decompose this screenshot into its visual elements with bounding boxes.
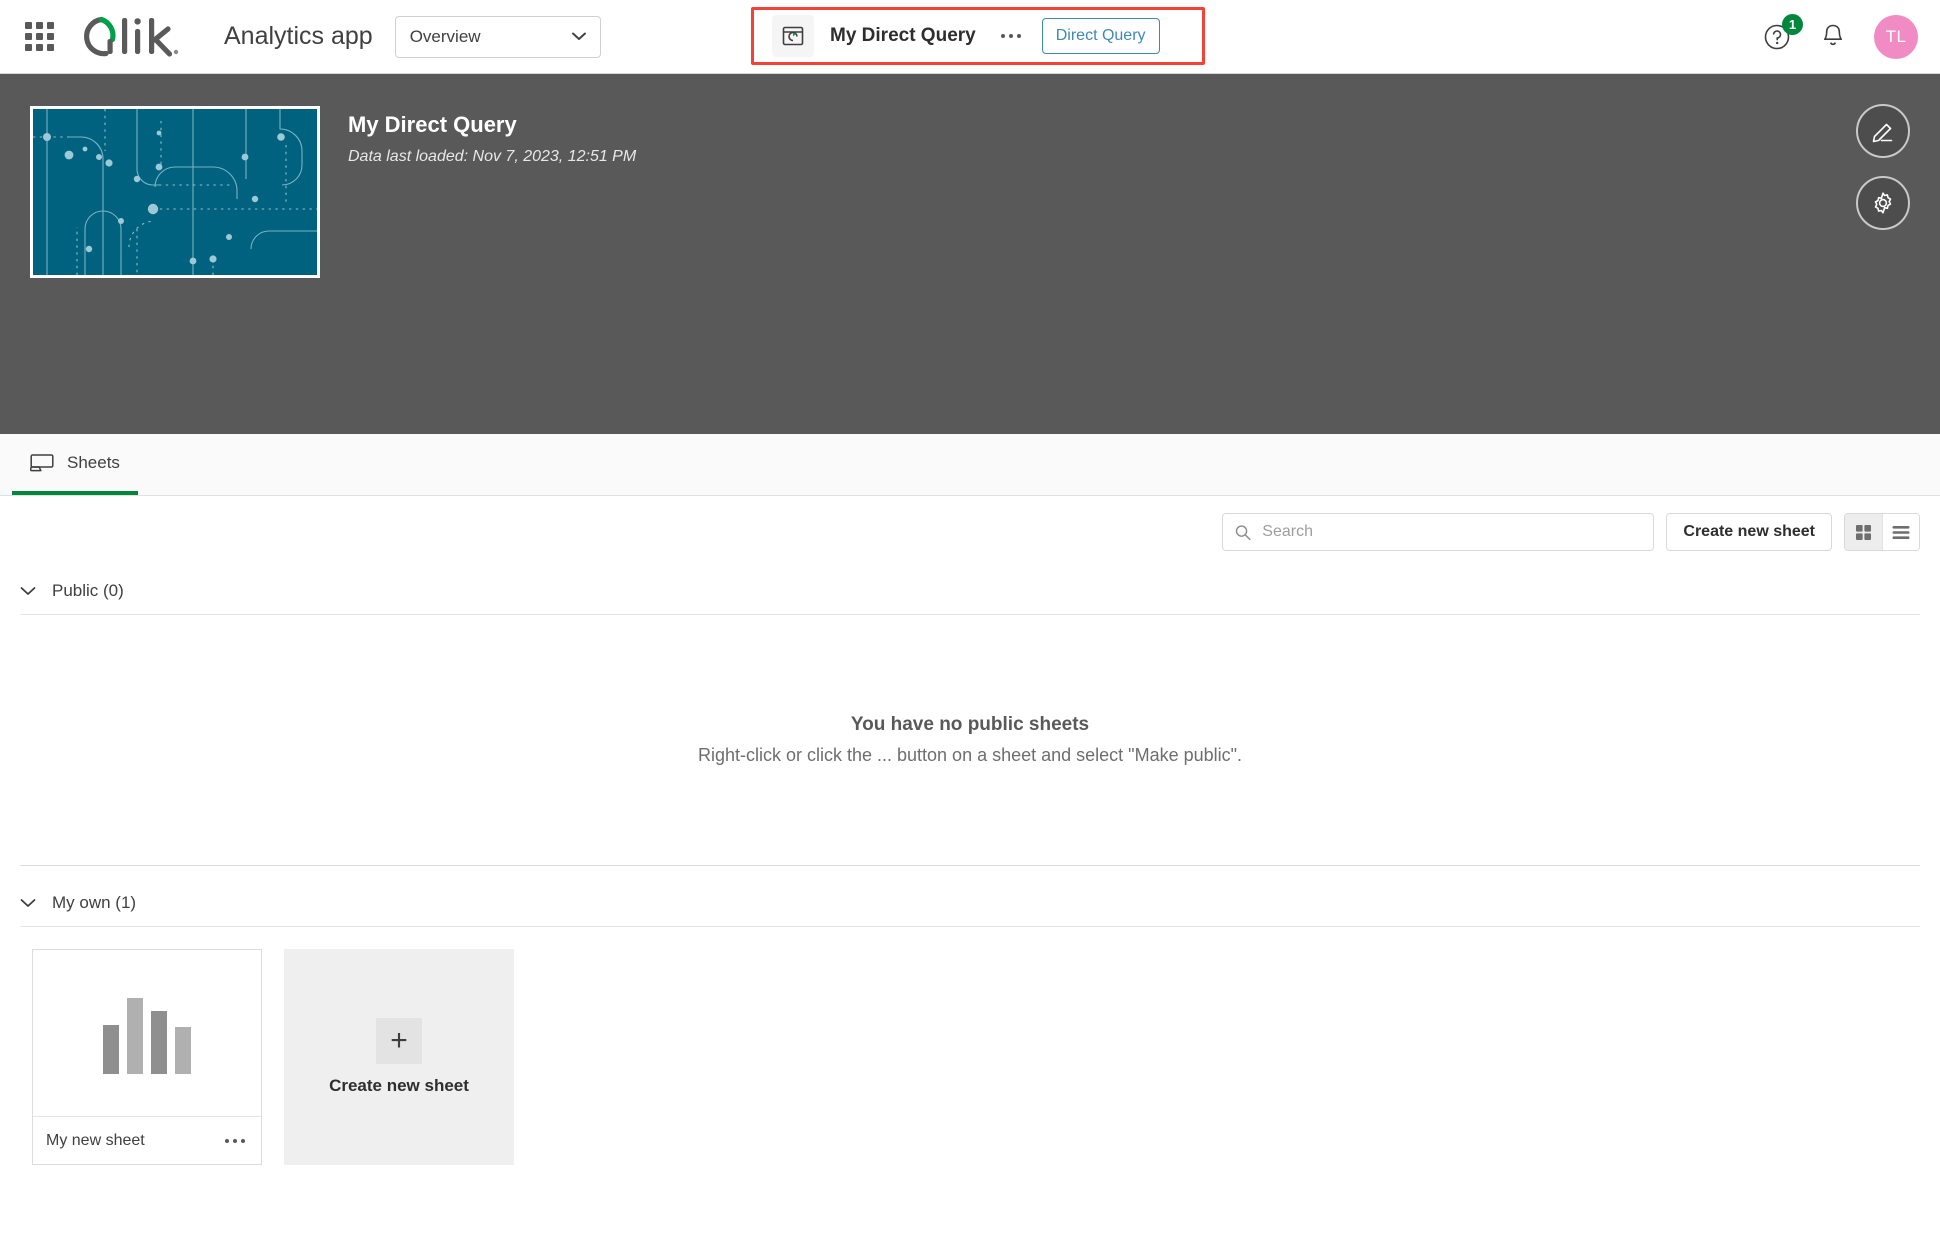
search-input[interactable]: [1262, 523, 1642, 541]
avatar[interactable]: TL: [1874, 14, 1918, 59]
tab-sheets[interactable]: Sheets: [12, 434, 138, 495]
app-hero-actions: [1856, 104, 1910, 230]
sheet-name-label: My new sheet: [46, 1131, 145, 1149]
help-circle-icon[interactable]: 1: [1762, 13, 1803, 52]
sheets-toolbar: Create new sheet: [0, 496, 1940, 568]
chevron-down-icon: [20, 587, 36, 595]
space-selector-value: Overview: [409, 26, 481, 46]
space-selector[interactable]: Overview: [394, 15, 601, 58]
sheet-card-footer: My new sheet: [33, 1116, 261, 1164]
content-tabs: Sheets: [0, 434, 1940, 496]
empty-state-subtitle: Right-click or click the ... button on a…: [697, 745, 1243, 765]
app-settings-button[interactable]: [1856, 176, 1910, 230]
list-view-icon[interactable]: [1882, 514, 1919, 550]
data-last-loaded-label: Data last loaded: Nov 7, 2023, 12:51 PM: [348, 148, 637, 165]
section-header-public[interactable]: Public (0): [0, 568, 1940, 614]
create-new-sheet-card[interactable]: + Create new sheet: [284, 949, 514, 1165]
view-mode-toggle: [1844, 513, 1920, 551]
section-title-my-own: My own (1): [52, 893, 137, 912]
app-hero-band: My Direct Query Data last loaded: Nov 7,…: [0, 74, 1940, 434]
public-sheets-empty-state: You have no public sheets Right-click or…: [0, 615, 1940, 865]
sheet-preview-thumbnail: [33, 950, 261, 1116]
page-title: My Direct Query: [348, 112, 517, 137]
sheet-card[interactable]: My new sheet: [32, 949, 262, 1165]
plus-icon: +: [376, 1018, 422, 1064]
section-title-public: Public (0): [52, 581, 124, 600]
qlik-logo[interactable]: [78, 13, 196, 61]
create-new-sheet-card-label: Create new sheet: [329, 1076, 469, 1095]
edit-sheet-button[interactable]: [1856, 104, 1910, 158]
highlighted-app-context-group: My Direct Query Direct Query: [751, 7, 1205, 65]
ellipsis-icon[interactable]: [994, 21, 1028, 51]
bell-icon[interactable]: [1820, 22, 1846, 52]
create-new-sheet-button[interactable]: Create new sheet: [1666, 513, 1832, 551]
section-header-my-own[interactable]: My own (1): [0, 880, 1940, 926]
sheet-card-grid: My new sheet + Create new sheet: [0, 927, 1940, 1165]
top-header-bar: Analytics app Overview My Direct Query D…: [0, 0, 1940, 74]
empty-state-title: You have no public sheets: [850, 714, 1090, 735]
help-badge-count: 1: [1782, 13, 1803, 35]
sheet-icon: [30, 453, 54, 471]
ellipsis-icon[interactable]: [222, 1126, 248, 1156]
bar-chart-icon: [103, 984, 191, 1074]
grid-view-icon[interactable]: [1845, 514, 1882, 550]
direct-query-badge[interactable]: Direct Query: [1041, 18, 1160, 54]
app-hero-meta: My Direct Query Data last loaded: Nov 7,…: [348, 106, 636, 402]
app-name-label: My Direct Query: [830, 25, 976, 46]
gear-icon: [1874, 192, 1892, 214]
search-icon: [1236, 524, 1252, 540]
pencil-icon: [1872, 123, 1893, 143]
chevron-down-icon: [20, 899, 36, 907]
app-thumbnail: [30, 106, 320, 278]
app-kind-label: Analytics app: [224, 22, 373, 50]
tab-sheets-label: Sheets: [67, 452, 120, 472]
search-field-wrapper[interactable]: [1222, 513, 1655, 551]
app-grid-icon[interactable]: [22, 20, 56, 54]
public-section-bottom-divider: [20, 865, 1920, 866]
chevron-down-icon: [571, 32, 586, 40]
top-header-right-group: 1 TL: [1762, 13, 1918, 59]
direct-query-app-icon[interactable]: [772, 15, 814, 57]
